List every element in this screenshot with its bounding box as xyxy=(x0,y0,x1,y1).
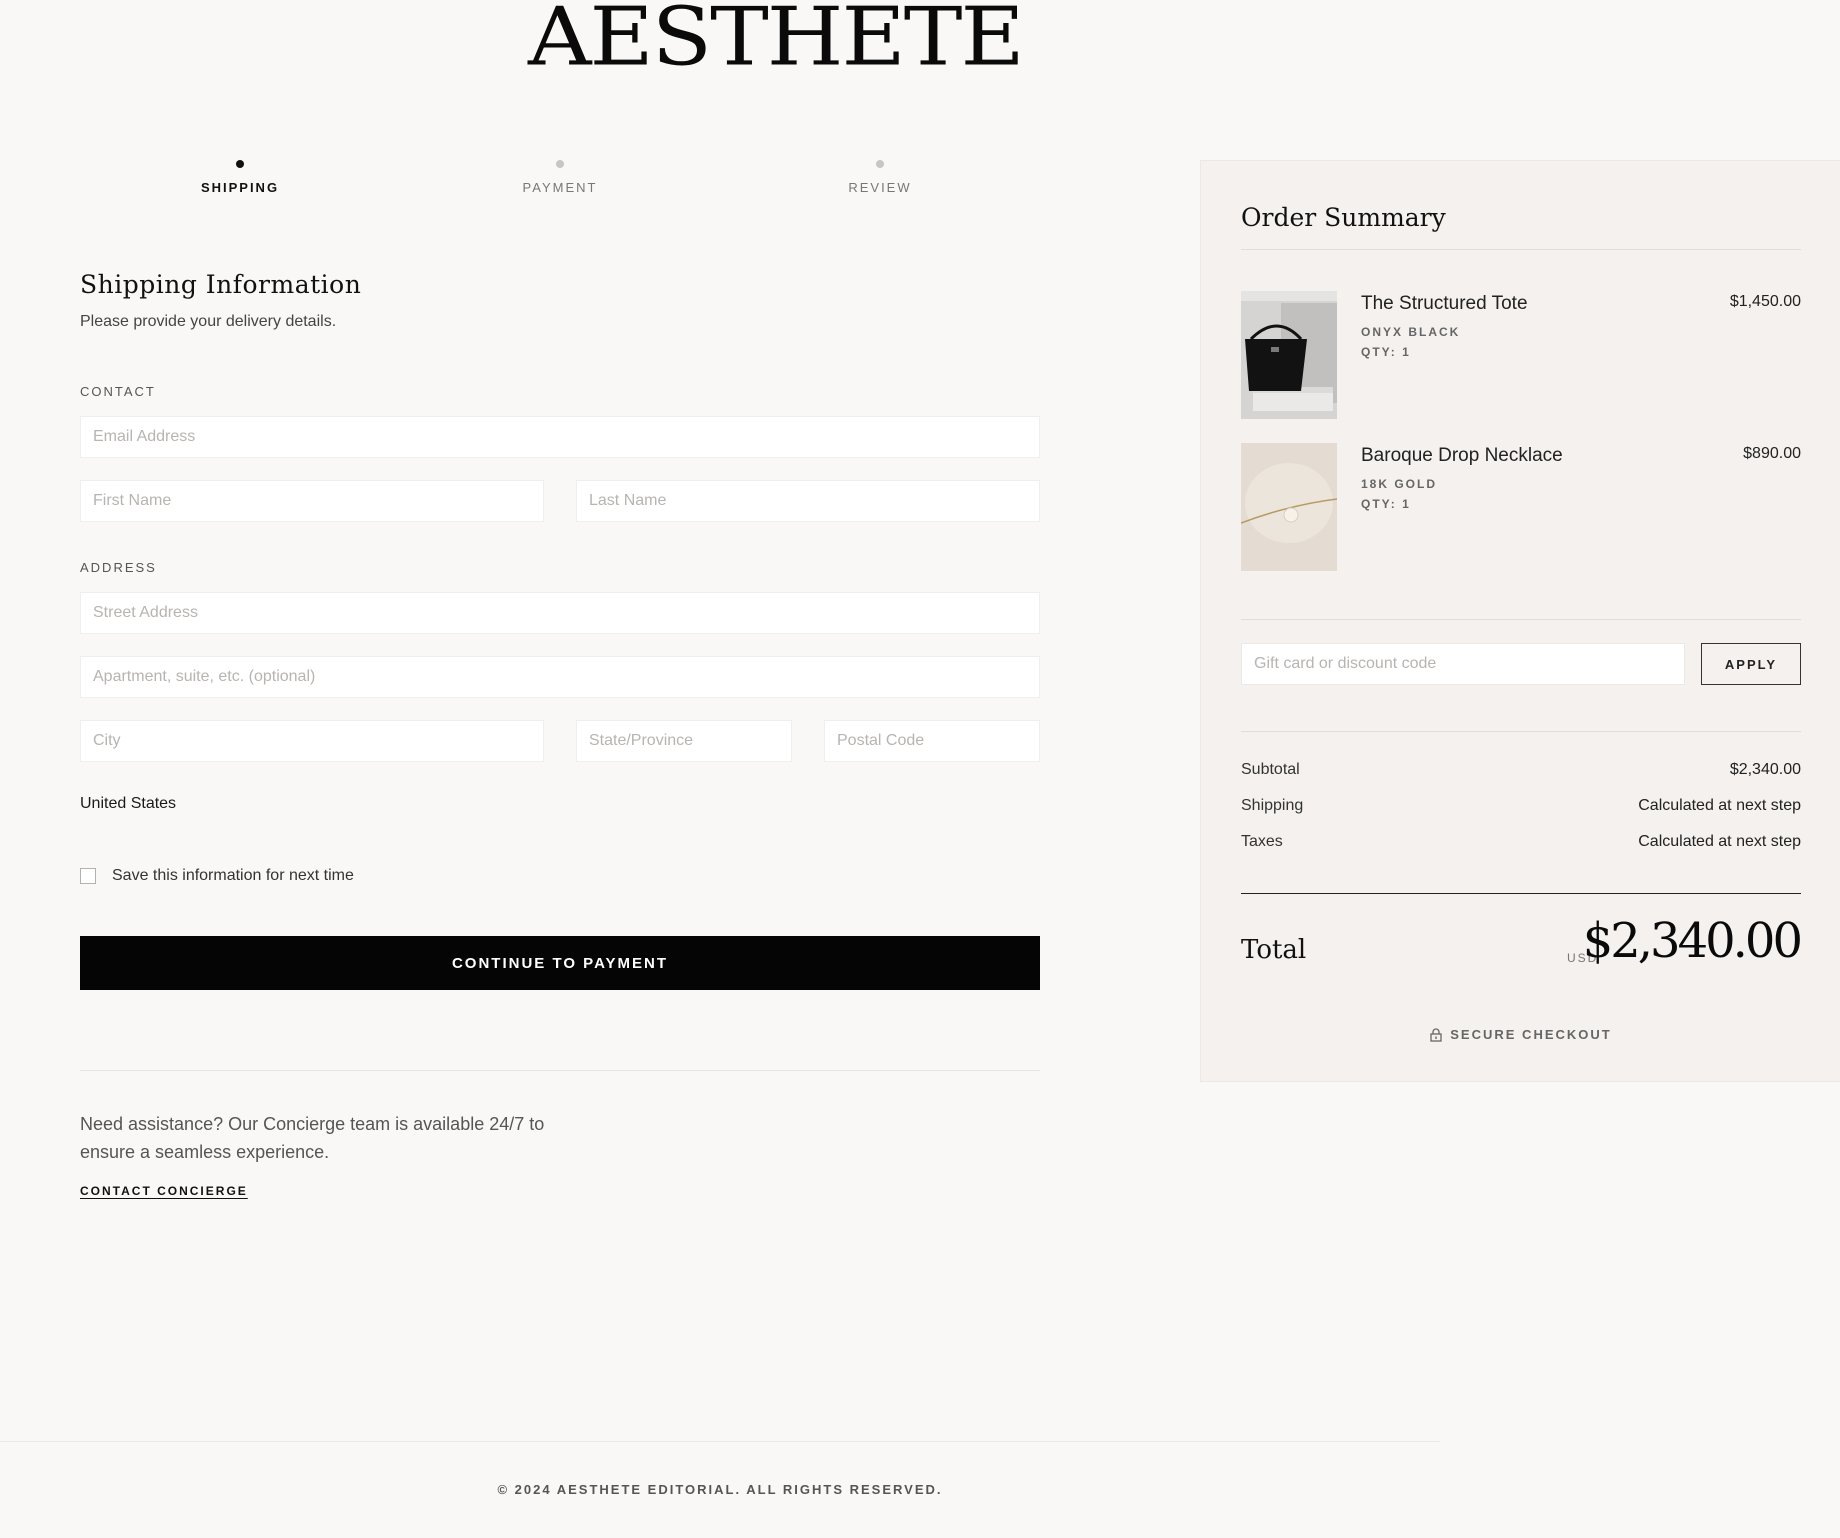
taxes-label: Taxes xyxy=(1241,833,1283,850)
step-shipping[interactable]: SHIPPING xyxy=(140,158,340,195)
item-quantity: QTY: 1 xyxy=(1361,345,1411,359)
taxes-value: Calculated at next step xyxy=(1638,833,1801,850)
apartment-field[interactable] xyxy=(80,656,1040,698)
item-name[interactable]: The Structured Tote xyxy=(1361,293,1528,315)
email-field[interactable] xyxy=(80,416,1040,458)
divider xyxy=(1241,249,1801,250)
shipping-form: Shipping Information Please provide your… xyxy=(80,270,1040,331)
address-label: ADDRESS xyxy=(80,560,157,575)
footer-divider xyxy=(0,1441,1440,1442)
total-amount: $2,340.00 xyxy=(1582,913,1803,969)
shipping-value: Calculated at next step xyxy=(1638,797,1801,814)
discount-code-field[interactable] xyxy=(1241,643,1685,685)
apply-button[interactable]: APPLY xyxy=(1701,643,1801,685)
tote-thumbnail[interactable] xyxy=(1241,291,1337,419)
total-divider xyxy=(1241,893,1801,894)
save-info-label[interactable]: Save this information for next time xyxy=(112,867,354,885)
state-field[interactable] xyxy=(576,720,792,762)
step-label: REVIEW xyxy=(848,180,912,195)
first-name-field[interactable] xyxy=(80,480,544,522)
secure-checkout-label: SECURE CHECKOUT xyxy=(1450,1027,1612,1042)
save-info-checkbox[interactable] xyxy=(80,868,96,884)
brand-logo[interactable]: AESTHETE xyxy=(528,0,1025,77)
contact-label: CONTACT xyxy=(80,384,156,399)
divider xyxy=(1241,619,1801,620)
subtotal-value: $2,340.00 xyxy=(1729,761,1801,778)
step-dot-icon xyxy=(556,160,564,168)
item-price: $890.00 xyxy=(1743,445,1801,462)
subtotal-row: Subtotal $2,340.00 xyxy=(1241,761,1801,785)
checkout-page: AESTHETE SHIPPING PAYMENT REVIEW Shippin… xyxy=(0,0,1840,1538)
section-subtitle: Please provide your delivery details. xyxy=(80,313,337,330)
order-item: Baroque Drop Necklace 18K GOLD QTY: 1 $8… xyxy=(1241,443,1801,573)
postal-code-field[interactable] xyxy=(824,720,1040,762)
item-name[interactable]: Baroque Drop Necklace xyxy=(1361,445,1563,467)
assistance-text: Need assistance? Our Concierge team is a… xyxy=(80,1114,545,1162)
summary-title: Order Summary xyxy=(1241,203,1446,232)
city-field[interactable] xyxy=(80,720,544,762)
checkout-steps: SHIPPING PAYMENT REVIEW xyxy=(80,158,1040,198)
step-label: PAYMENT xyxy=(522,180,598,195)
step-dot-icon xyxy=(876,160,884,168)
divider xyxy=(80,1070,1040,1071)
step-dot-icon xyxy=(236,160,244,168)
item-variant: ONYX BLACK xyxy=(1361,325,1461,339)
step-label: SHIPPING xyxy=(200,180,280,195)
country-select[interactable]: United States xyxy=(80,795,176,813)
taxes-row: Taxes Calculated at next step xyxy=(1241,833,1801,857)
step-payment[interactable]: PAYMENT xyxy=(460,158,660,195)
secure-checkout: SECURE CHECKOUT xyxy=(1201,1027,1840,1045)
street-field[interactable] xyxy=(80,592,1040,634)
item-variant: 18K GOLD xyxy=(1361,477,1438,491)
item-price: $1,450.00 xyxy=(1729,293,1801,310)
continue-to-payment-button[interactable]: CONTINUE TO PAYMENT xyxy=(80,936,1040,990)
order-item: The Structured Tote ONYX BLACK QTY: 1 $1… xyxy=(1241,291,1801,421)
shipping-label: Shipping xyxy=(1241,797,1304,814)
footer-copyright: © 2024 AESTHETE EDITORIAL. ALL RIGHTS RE… xyxy=(497,1482,943,1497)
order-summary-panel: Order Summary The Structured Tote ONYX B… xyxy=(1200,160,1840,1082)
total-label: Total xyxy=(1241,935,1307,965)
subtotal-label: Subtotal xyxy=(1241,761,1300,778)
lock-icon xyxy=(1430,1028,1442,1045)
step-review[interactable]: REVIEW xyxy=(780,158,980,195)
section-title: Shipping Information xyxy=(80,270,362,299)
contact-concierge-link[interactable]: CONTACT CONCIERGE xyxy=(80,1184,248,1198)
divider xyxy=(1241,731,1801,732)
shipping-row: Shipping Calculated at next step xyxy=(1241,797,1801,821)
item-quantity: QTY: 1 xyxy=(1361,497,1411,511)
last-name-field[interactable] xyxy=(576,480,1040,522)
necklace-thumbnail[interactable] xyxy=(1241,443,1337,571)
